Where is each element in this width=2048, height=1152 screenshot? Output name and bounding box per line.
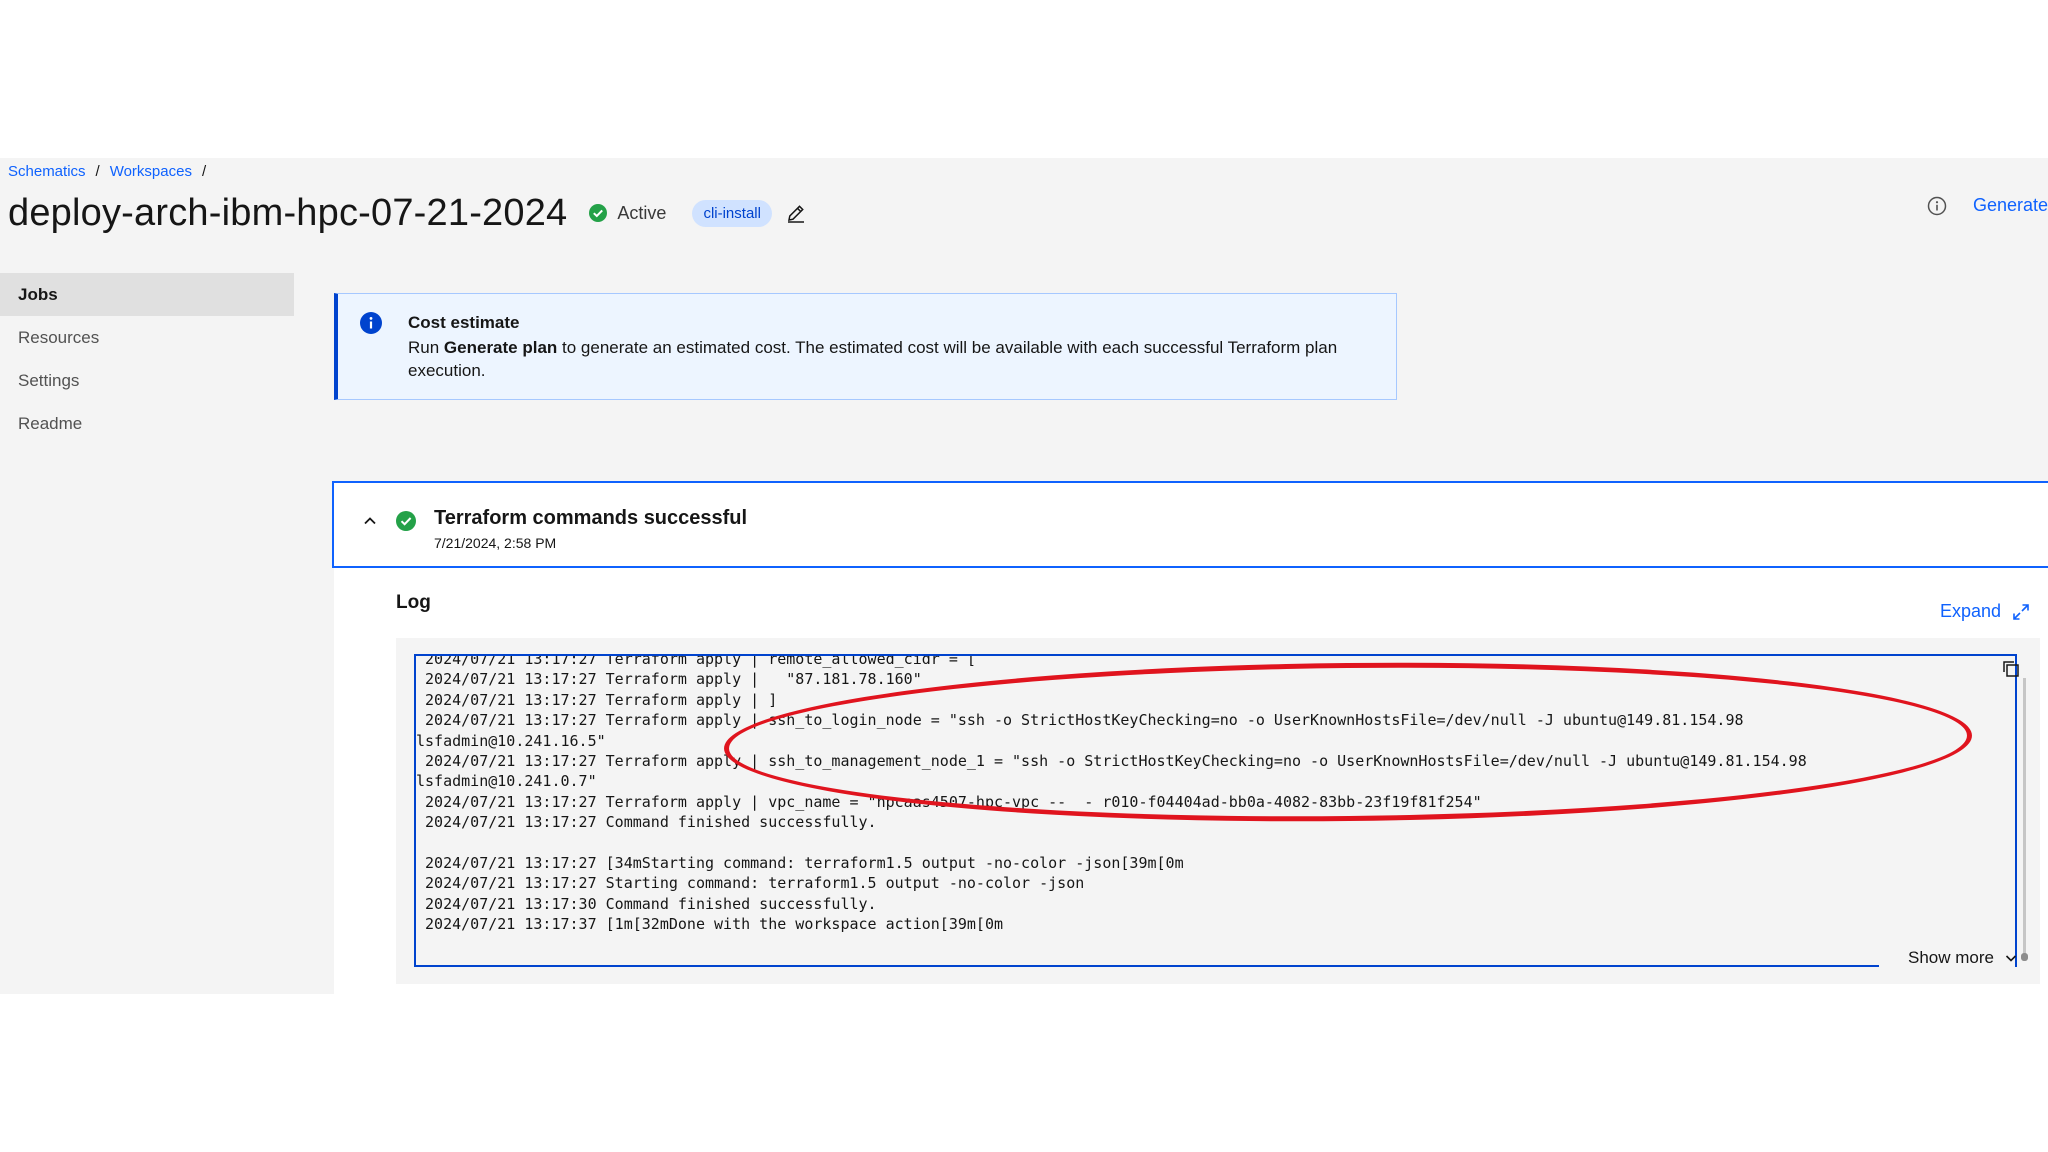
chevron-down-icon bbox=[2005, 955, 2017, 962]
log-output[interactable]: 2024/07/21 13:17:27 Terraform apply | re… bbox=[414, 654, 2017, 967]
nav-item-resources[interactable]: Resources bbox=[0, 316, 294, 359]
workspace-page: Schematics / Workspaces / deploy-arch-ib… bbox=[0, 158, 2048, 994]
log-line: 2024/07/21 13:17:27 Terraform apply | ss… bbox=[416, 752, 1807, 771]
copy-icon[interactable] bbox=[2002, 660, 2020, 683]
scrollbar-thumb[interactable] bbox=[2021, 953, 2028, 961]
log-line: 2024/07/21 13:17:27 [34mStarting command… bbox=[416, 854, 1184, 873]
log-heading: Log bbox=[396, 592, 431, 613]
breadcrumb-schematics[interactable]: Schematics bbox=[8, 163, 86, 180]
notification-title: Cost estimate bbox=[408, 313, 520, 332]
log-viewer: 2024/07/21 13:17:27 Terraform apply | re… bbox=[396, 638, 2040, 984]
log-line: 2024/07/21 13:17:27 Starting command: te… bbox=[416, 874, 1085, 893]
log-line: 2024/07/21 13:17:37 [1m[32mDone with the… bbox=[416, 915, 1003, 934]
log-lines: 2024/07/21 13:17:27 Terraform apply | re… bbox=[416, 654, 1807, 935]
show-more-label: Show more bbox=[1908, 948, 1994, 967]
checkmark-filled-icon bbox=[396, 511, 416, 536]
main-content: Cost estimate Run Generate plan to gener… bbox=[332, 158, 2048, 994]
log-line: 2024/07/21 13:17:27 Terraform apply | ss… bbox=[416, 711, 1744, 730]
job-accordion-header[interactable]: Terraform commands successful 7/21/2024,… bbox=[332, 481, 2048, 568]
log-section: Log Expand 2024/07/21 13:17:27 Terraform… bbox=[334, 568, 2048, 994]
breadcrumb: Schematics / Workspaces / bbox=[8, 163, 216, 180]
log-line: lsfadmin@10.241.16.5" bbox=[416, 731, 606, 750]
breadcrumb-separator: / bbox=[95, 163, 100, 180]
job-timestamp: 7/21/2024, 2:58 PM bbox=[434, 535, 557, 551]
nav-item-readme[interactable]: Readme bbox=[0, 402, 294, 445]
breadcrumb-separator: / bbox=[201, 163, 207, 180]
chevron-up-icon[interactable] bbox=[362, 513, 378, 534]
log-line: 2024/07/21 13:17:27 Terraform apply | "8… bbox=[416, 670, 922, 689]
breadcrumb-workspaces[interactable]: Workspaces bbox=[110, 163, 192, 180]
maximize-icon bbox=[2013, 603, 2029, 620]
log-line: lsfadmin@10.241.0.7" bbox=[416, 772, 597, 791]
notification-body-prefix: Run bbox=[408, 338, 444, 357]
side-navigation: Jobs Resources Settings Readme bbox=[0, 273, 294, 445]
log-line: 2024/07/21 13:17:27 Terraform apply | re… bbox=[416, 654, 976, 668]
log-line: 2024/07/21 13:17:27 Command finished suc… bbox=[416, 813, 877, 832]
expand-label: Expand bbox=[1939, 601, 2001, 621]
log-line: 2024/07/21 13:17:30 Command finished suc… bbox=[416, 894, 877, 913]
information-filled-icon bbox=[360, 312, 382, 339]
job-title: Terraform commands successful bbox=[434, 507, 748, 529]
nav-item-settings[interactable]: Settings bbox=[0, 359, 294, 402]
show-more-button[interactable]: Show more bbox=[1908, 948, 2018, 968]
cost-estimate-notification: Cost estimate Run Generate plan to gener… bbox=[334, 293, 1397, 400]
generate-plan-emphasis: Generate plan bbox=[443, 338, 558, 357]
nav-item-jobs[interactable]: Jobs bbox=[0, 273, 294, 316]
log-scrollbar[interactable] bbox=[2021, 678, 2028, 961]
expand-log-button[interactable]: Expand bbox=[1940, 601, 2031, 622]
log-line: 2024/07/21 13:17:27 Terraform apply | ] bbox=[416, 690, 778, 709]
log-line: 2024/07/21 13:17:27 Terraform apply | vp… bbox=[416, 792, 1482, 811]
notification-body: Run Generate plan to generate an estimat… bbox=[408, 336, 1388, 382]
